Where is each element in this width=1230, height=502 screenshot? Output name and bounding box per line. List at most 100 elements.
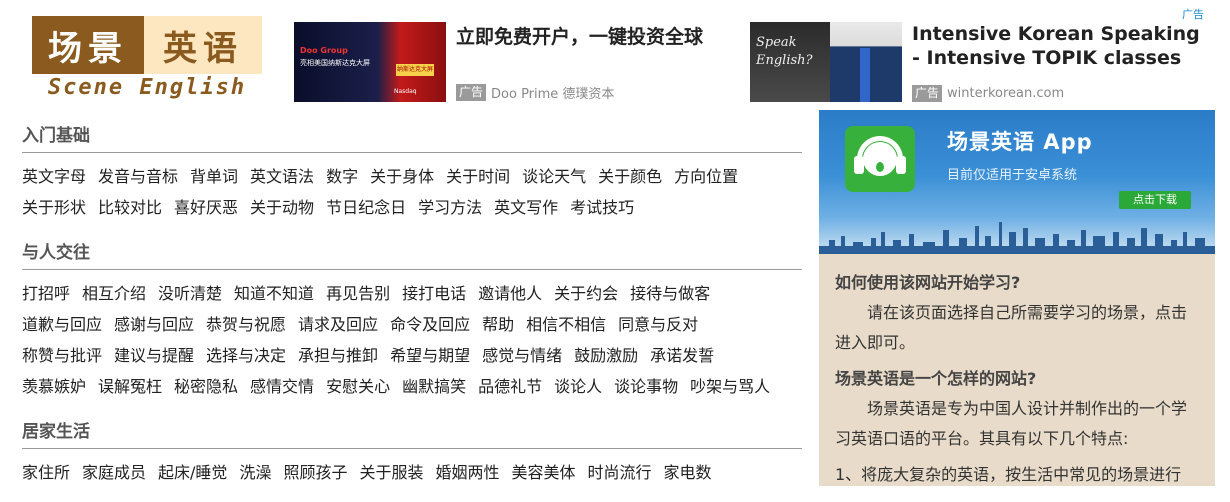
scene-link[interactable]: 希望与期望 bbox=[390, 346, 470, 365]
scene-link[interactable]: 称赞与批评 bbox=[22, 346, 102, 365]
scene-link[interactable]: 鼓励激励 bbox=[574, 346, 638, 365]
scene-link[interactable]: 英文语法 bbox=[250, 167, 314, 186]
scene-link[interactable]: 节日纪念日 bbox=[326, 198, 406, 217]
ad-korean-image[interactable]: Speak English? bbox=[750, 22, 902, 102]
scene-link[interactable]: 建议与提醒 bbox=[114, 346, 194, 365]
app-icon-ear-right bbox=[896, 156, 906, 174]
banner-subtitle: 目前仅适用于安卓系统 bbox=[947, 168, 1078, 183]
logo-cn: 场景 英语 bbox=[32, 16, 262, 74]
site-logo[interactable]: 场景 英语 Scene English bbox=[32, 16, 262, 102]
scene-link[interactable]: 安慰关心 bbox=[326, 377, 390, 396]
ad-korean-title[interactable]: Intensive Korean Speaking - Intensive TO… bbox=[912, 22, 1202, 70]
scene-link[interactable]: 接待与做客 bbox=[630, 284, 710, 303]
logo-en: Scene English bbox=[47, 75, 247, 100]
scene-link[interactable]: 承担与推卸 bbox=[298, 346, 378, 365]
scene-link[interactable]: 方向位置 bbox=[674, 167, 738, 186]
link-list: 打招呼 相互介绍 没听清楚 知道不知道 再见告别 接打电话 邀请他人 关于约会 接待与做客道歉与… bbox=[22, 278, 802, 402]
ad-mark[interactable]: 广告 bbox=[1182, 6, 1204, 22]
ad-korean-source[interactable]: 广告 winterkorean.com bbox=[912, 85, 1064, 102]
scene-link[interactable]: 关于身体 bbox=[370, 167, 434, 186]
scene-link[interactable]: 恭贺与祝愿 bbox=[206, 315, 286, 334]
section-basics: 入门基础 英文字母 发音与音标 背单词 英文语法 数字 关于身体 关于时间 谈论天气 关于颜色方… bbox=[22, 120, 802, 223]
ad-doo-image[interactable]: Doo Group 亮相美国纳斯达克大屏 纳斯达克大屏 Nasdaq bbox=[294, 22, 446, 102]
scene-link[interactable]: 感谢与回应 bbox=[114, 315, 194, 334]
scene-link[interactable]: 考试技巧 bbox=[570, 198, 634, 217]
scene-link[interactable]: 秘密隐私 bbox=[174, 377, 238, 396]
scene-link[interactable]: 道歉与回应 bbox=[22, 315, 102, 334]
ad-doo-prime[interactable]: Doo Group 亮相美国纳斯达克大屏 纳斯达克大屏 Nasdaq 立即免费开… bbox=[294, 22, 734, 102]
ad-korean-tie bbox=[860, 48, 870, 102]
scene-link[interactable]: 邀请他人 bbox=[478, 284, 542, 303]
scene-link[interactable]: 婚姻两性 bbox=[435, 463, 499, 482]
ad-doo-image-line1: Doo Group bbox=[300, 46, 348, 55]
scene-link[interactable]: 再见告别 bbox=[326, 284, 390, 303]
scene-link[interactable]: 洗澡 bbox=[239, 463, 271, 482]
scene-link[interactable]: 相信不相信 bbox=[526, 315, 606, 334]
help-text: 如何使用该网站开始学习? 请在该页面选择自己所需要学习的场景，点击进入即可。 场… bbox=[835, 268, 1201, 496]
scene-link[interactable]: 时尚流行 bbox=[588, 463, 652, 482]
download-button[interactable]: 点击下载 bbox=[1119, 191, 1191, 209]
scene-link[interactable]: 美容美体 bbox=[512, 463, 576, 482]
ad-korean-scribble-line2: English? bbox=[756, 53, 813, 68]
link-list: 英文字母 发音与音标 背单词 英文语法 数字 关于身体 关于时间 谈论天气 关于颜色 方向位置关于… bbox=[22, 161, 802, 223]
scene-link[interactable]: 幽默搞笑 bbox=[402, 377, 466, 396]
scene-link[interactable]: 关于服装 bbox=[359, 463, 423, 482]
scene-link[interactable]: 选择与决定 bbox=[206, 346, 286, 365]
scene-link[interactable]: 英文写作 bbox=[494, 198, 558, 217]
app-icon-ear-left bbox=[854, 156, 864, 174]
section-title: 入门基础 bbox=[22, 120, 802, 153]
scene-link[interactable]: 承诺发誓 bbox=[650, 346, 714, 365]
faq-answer: 请在该页面选择自己所需要学习的场景，点击进入即可。 bbox=[835, 303, 1188, 352]
section-social: 与人交往 打招呼 相互介绍 没听清楚 知道不知道 再见告别 接打电话 邀请他人 关于约会 接待与… bbox=[22, 237, 802, 402]
scene-link[interactable]: 喜好厌恶 bbox=[174, 198, 238, 217]
scene-link[interactable]: 照顾孩子 bbox=[283, 463, 347, 482]
scene-link[interactable]: 感觉与情绪 bbox=[482, 346, 562, 365]
ad-winterkorean[interactable]: Speak English? Intensive Korean Speaking… bbox=[750, 22, 1200, 102]
scene-link[interactable]: 误解冤枉 bbox=[98, 377, 162, 396]
scene-link[interactable]: 谈论事物 bbox=[614, 377, 678, 396]
ad-doo-source[interactable]: 广告 Doo Prime 德璞资本 bbox=[456, 83, 614, 102]
scene-link[interactable]: 命令及回应 bbox=[390, 315, 470, 334]
sidebar: 场景英语 App 目前仅适用于安卓系统 点击下载 如何使用该网站开始学习? 请在… bbox=[819, 110, 1215, 486]
scene-link[interactable]: 家住所 bbox=[22, 463, 70, 482]
header: 场景 英语 Scene English Doo Group 亮相美国纳斯达克大屏… bbox=[0, 0, 1230, 110]
app-banner[interactable]: 场景英语 App 目前仅适用于安卓系统 点击下载 bbox=[819, 110, 1215, 254]
scene-link[interactable]: 关于动物 bbox=[250, 198, 314, 217]
scene-link[interactable]: 背单词 bbox=[190, 167, 238, 186]
scene-link[interactable]: 相互介绍 bbox=[82, 284, 146, 303]
ad-badge: 广告 bbox=[912, 85, 943, 102]
ad-doo-title[interactable]: 立即免费开户，一键投资全球 bbox=[456, 22, 703, 49]
ad-badge: 广告 bbox=[456, 84, 487, 101]
scene-link[interactable]: 关于时间 bbox=[446, 167, 510, 186]
scene-link[interactable]: 关于形状 bbox=[22, 198, 86, 217]
scene-link[interactable]: 家庭成员 bbox=[82, 463, 146, 482]
scene-link[interactable]: 家电数 bbox=[664, 463, 712, 482]
scene-link[interactable]: 关于颜色 bbox=[598, 167, 662, 186]
scene-link[interactable]: 请求及回应 bbox=[298, 315, 378, 334]
scene-link[interactable]: 接打电话 bbox=[402, 284, 466, 303]
scene-link[interactable]: 感情交情 bbox=[250, 377, 314, 396]
scene-link[interactable]: 打招呼 bbox=[22, 284, 70, 303]
scene-link[interactable]: 关于约会 bbox=[554, 284, 618, 303]
scene-link[interactable]: 学习方法 bbox=[418, 198, 482, 217]
scene-link[interactable]: 羡慕嫉妒 bbox=[22, 377, 86, 396]
scene-link[interactable]: 品德礼节 bbox=[478, 377, 542, 396]
ad-doo-image-brand: Nasdaq bbox=[394, 88, 417, 95]
scene-link[interactable]: 英文字母 bbox=[22, 167, 86, 186]
logo-cn-part1: 场景 bbox=[32, 16, 144, 74]
scene-link[interactable]: 发音与音标 bbox=[98, 167, 178, 186]
scene-link[interactable]: 知道不知道 bbox=[234, 284, 314, 303]
scene-link[interactable]: 谈论天气 bbox=[522, 167, 586, 186]
ad-korean-scribble: Speak English? bbox=[756, 34, 813, 70]
scene-link[interactable]: 同意与反对 bbox=[618, 315, 698, 334]
scene-link[interactable]: 比较对比 bbox=[98, 198, 162, 217]
link-list: 家住所 家庭成员 起床/睡觉 洗澡 照顾孩子 关于服装 婚姻两性 美容美体 时尚流行 家电数 bbox=[22, 457, 802, 488]
scene-link[interactable]: 谈论人 bbox=[554, 377, 602, 396]
scene-link[interactable]: 帮助 bbox=[482, 315, 514, 334]
scene-link[interactable]: 数字 bbox=[326, 167, 358, 186]
scene-link[interactable]: 吵架与骂人 bbox=[690, 377, 770, 396]
scene-link[interactable]: 起床/睡觉 bbox=[158, 463, 227, 482]
scene-categories: 入门基础 英文字母 发音与音标 背单词 英文语法 数字 关于身体 关于时间 谈论天气 关于颜色方… bbox=[22, 120, 802, 502]
scene-link[interactable]: 没听清楚 bbox=[158, 284, 222, 303]
section-title: 居家生活 bbox=[22, 416, 802, 449]
